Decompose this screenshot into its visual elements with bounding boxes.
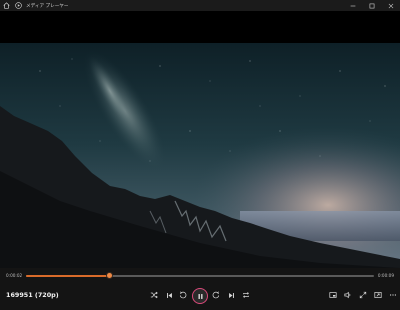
seek-thumb[interactable]	[107, 273, 113, 279]
video-image	[0, 11, 400, 268]
app-logo	[12, 0, 24, 11]
previous-icon	[166, 292, 172, 298]
miniplayer-button[interactable]	[327, 289, 339, 301]
duration: 0:00:09	[377, 273, 394, 278]
repeat-icon	[243, 292, 249, 298]
window-title: メディア プレーヤー	[26, 3, 69, 9]
miniplayer-icon	[329, 292, 337, 298]
next-icon	[228, 292, 234, 298]
media-title: 169951 (720p)	[6, 291, 59, 299]
pause-icon	[198, 293, 202, 299]
previous-button[interactable]	[163, 289, 175, 301]
video-frame[interactable]	[0, 11, 400, 268]
next-button[interactable]	[225, 289, 237, 301]
cast-button[interactable]	[372, 289, 384, 301]
app-logo-icon	[14, 2, 22, 9]
shuffle-button[interactable]	[148, 289, 160, 301]
seek-progress	[26, 275, 110, 277]
repeat-button[interactable]	[240, 289, 252, 301]
more-options-icon	[389, 294, 397, 296]
cast-icon	[374, 292, 382, 298]
minimize-button[interactable]	[343, 0, 362, 11]
current-time: 0:00:02	[6, 273, 23, 278]
maximize-button[interactable]	[362, 0, 381, 11]
maximize-icon	[369, 3, 374, 8]
fullscreen-icon	[359, 291, 367, 299]
close-button[interactable]	[381, 0, 400, 11]
shuffle-icon	[150, 291, 158, 299]
title-bar: メディア プレーヤー	[0, 0, 400, 11]
skip-forward-button[interactable]	[210, 289, 222, 301]
more-options-button[interactable]	[387, 289, 399, 301]
skip-back-icon	[179, 291, 187, 299]
fullscreen-button[interactable]	[357, 289, 369, 301]
minimize-icon	[350, 5, 355, 6]
skip-forward-icon	[212, 291, 220, 299]
pause-button[interactable]	[192, 288, 208, 304]
close-icon	[388, 3, 393, 8]
volume-button[interactable]	[342, 289, 354, 301]
home-button[interactable]	[0, 0, 12, 11]
skip-back-button[interactable]	[177, 289, 189, 301]
volume-icon	[344, 291, 351, 299]
seek-bar[interactable]	[26, 273, 374, 279]
home-icon	[2, 2, 10, 9]
